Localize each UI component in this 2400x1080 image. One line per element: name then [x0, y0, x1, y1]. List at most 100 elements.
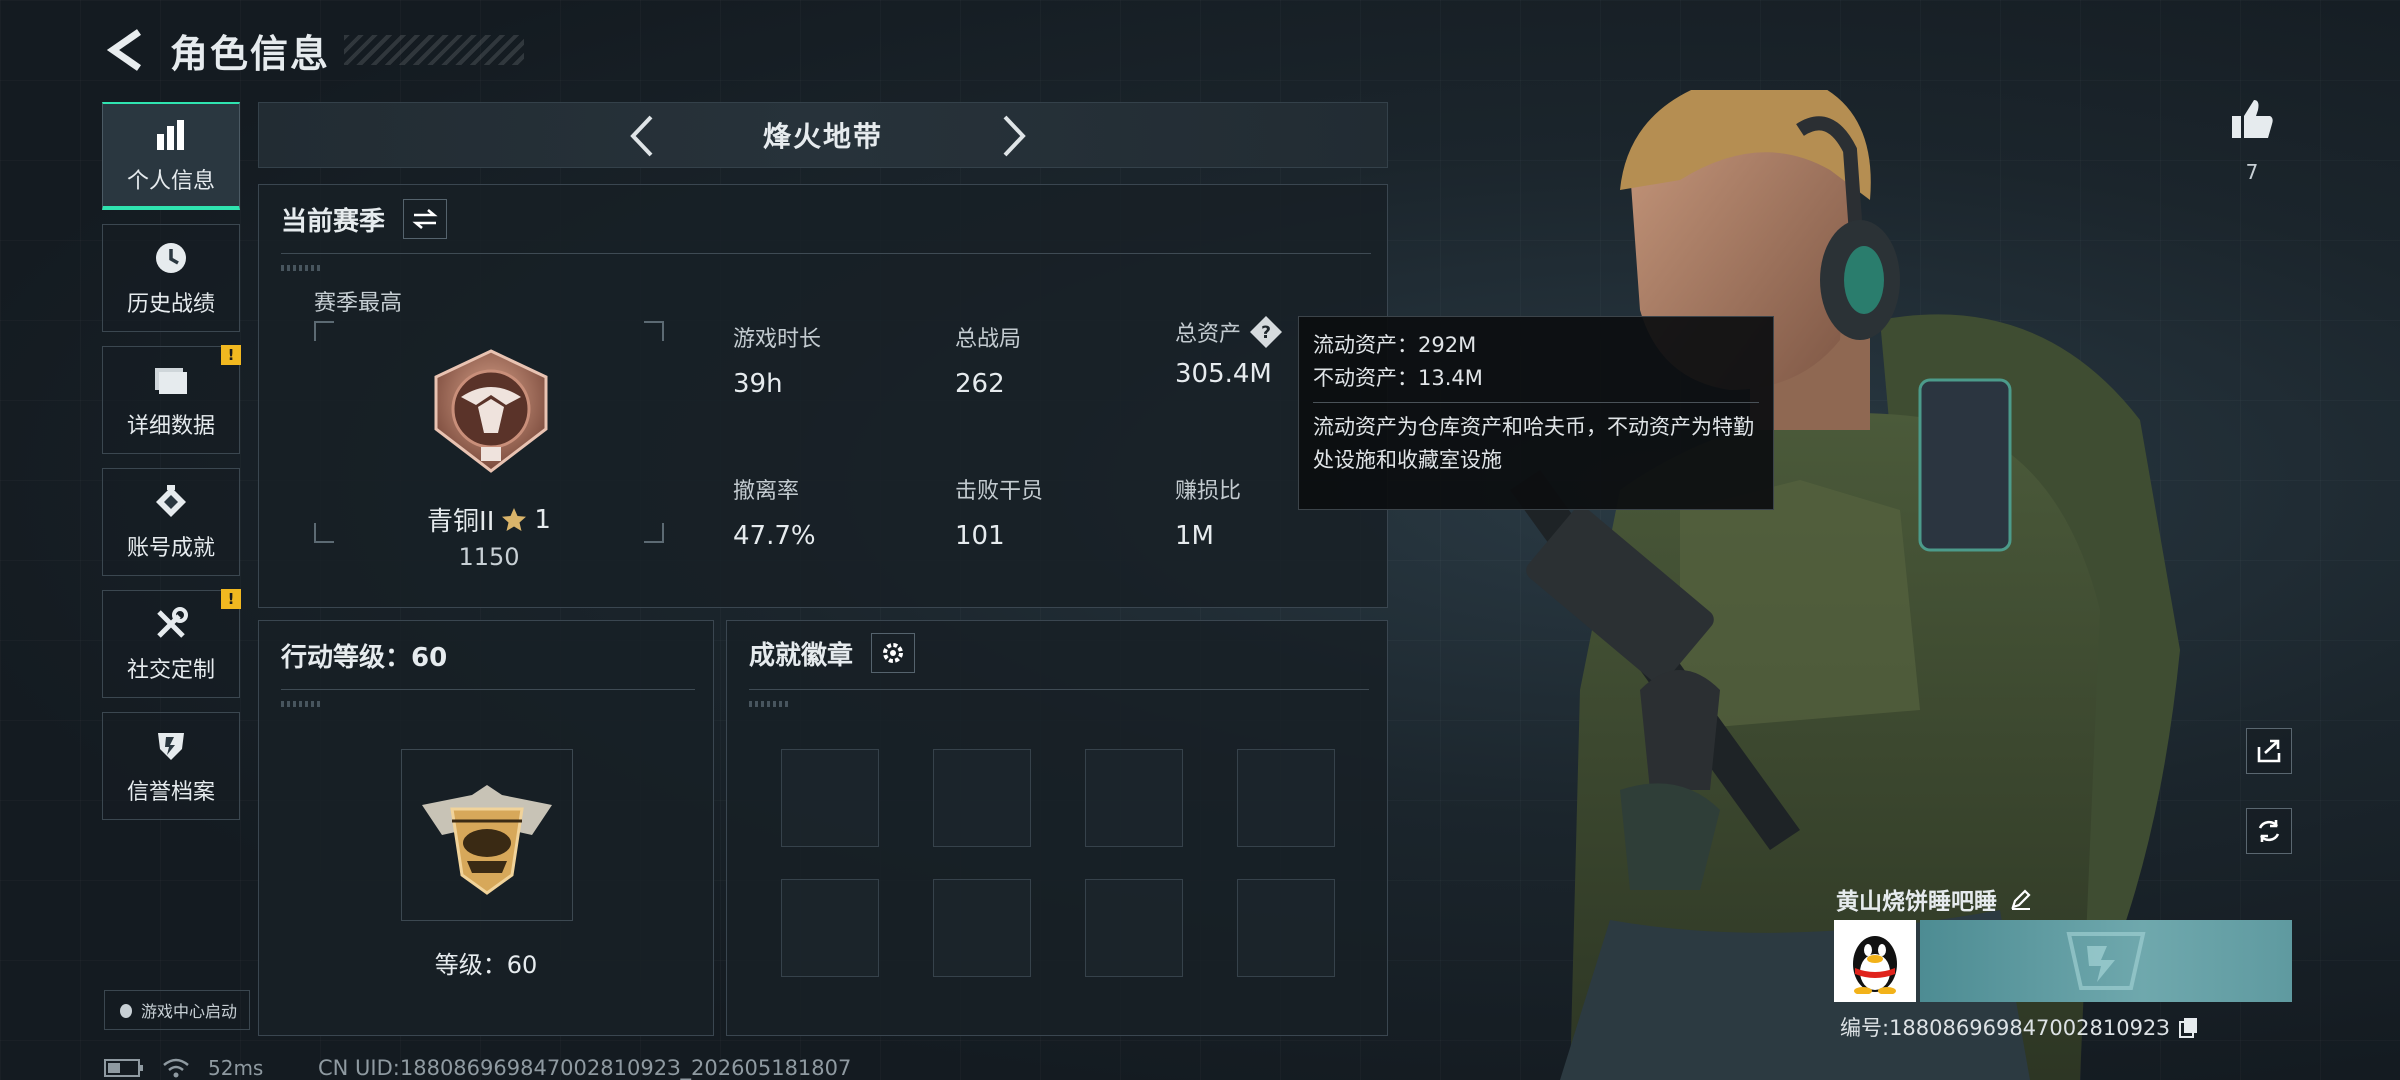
credit-shield-icon [151, 726, 191, 766]
player-card-banner [1920, 920, 2292, 1002]
stat-extraction-rate: 撤离率 47.7% [733, 473, 816, 551]
game-center-launch-button[interactable]: 游戏中心启动 [104, 990, 250, 1030]
badge-slot[interactable] [1237, 749, 1335, 847]
bronze-rank-emblem-icon [434, 349, 548, 473]
avatar [1834, 920, 1916, 1002]
stat-label-row: 总资产 ? [1175, 315, 1283, 349]
sidebar-item-history[interactable]: 历史战绩 [102, 224, 240, 332]
season-header: 当前赛季 [281, 199, 448, 239]
back-button[interactable] [100, 25, 150, 75]
tooltip-fixed-assets: 不动资产：13.4M [1313, 365, 1483, 390]
badge-slot[interactable] [781, 879, 879, 977]
stat-total-assets: 总资产 ? 305.4M [1175, 315, 1283, 389]
tooltip-divider [1313, 402, 1759, 404]
qq-penguin-avatar-icon [1853, 936, 1897, 994]
sidebar-item-label: 个人信息 [126, 169, 215, 194]
badge-slot[interactable] [781, 749, 879, 847]
stat-value: 262 [955, 369, 1005, 399]
sidebar-item-detailed-data[interactable]: ! 详细数据 [102, 345, 241, 454]
tooltip-liquid-assets: 流动资产：292M [1313, 333, 1477, 357]
sidebar-item-personal-info[interactable]: 个人信息 [102, 102, 240, 210]
mode-next-button[interactable] [989, 111, 1039, 161]
season-switch-button[interactable] [403, 199, 448, 239]
season-best-label: 赛季最高 [314, 291, 403, 316]
like-count: 7 [2245, 160, 2259, 184]
mode-title: 烽火地带 [762, 120, 883, 153]
level-emblem-frame [401, 749, 573, 921]
game-logo-icon [2066, 932, 2146, 990]
thumbs-up-icon [2232, 100, 2273, 138]
sidebar-item-label: 详细数据 [126, 414, 215, 439]
refresh-icon [2258, 820, 2280, 842]
stat-label: 总资产 [1175, 322, 1242, 347]
stat-label: 击败干员 [955, 479, 1044, 504]
tools-icon [151, 604, 191, 644]
stat-label: 游戏时长 [733, 327, 822, 352]
badge-slot[interactable] [1085, 749, 1183, 847]
mode-prev-button[interactable] [617, 111, 667, 161]
rank-stars: 1 [534, 504, 551, 535]
player-name: 黄山烧饼睡吧睡 [1836, 889, 1997, 915]
chevron-left-icon [630, 115, 653, 157]
achievements-settings-button[interactable] [871, 633, 916, 673]
refresh-button[interactable] [2246, 808, 2292, 854]
stat-profit-loss-ratio: 赚损比 1M [1175, 473, 1241, 551]
stat-total-matches: 总战局 262 [955, 321, 1021, 399]
uid-text: CN UID:18808696984700281092З_20260518180… [318, 1056, 852, 1080]
alert-badge: ! [221, 345, 241, 365]
badge-slot[interactable] [933, 749, 1031, 847]
chevron-right-icon [1003, 115, 1026, 157]
action-level-panel: 行动等级：60 等级：60 [258, 620, 714, 1036]
stat-value: 305.4M [1175, 359, 1272, 389]
sidebar-item-label: 信誉档案 [126, 780, 215, 805]
edit-pencil-icon[interactable] [2009, 887, 2033, 911]
swap-icon [412, 209, 438, 229]
stat-value: 47.7% [733, 521, 816, 551]
rank-name-row: 青铜II 1 [314, 501, 664, 538]
share-button[interactable] [2246, 728, 2292, 774]
sidebar: 个人信息 历史战绩 ! 详细数据 账号成就 ! 社交定制 信誉档案 [102, 102, 241, 834]
player-id-row: 编号:18808696984700281092З [1840, 1012, 2200, 1042]
sidebar-item-social[interactable]: ! 社交定制 [102, 589, 241, 698]
stat-label: 赚损比 [1175, 479, 1242, 504]
stat-label: 总战局 [955, 327, 1022, 352]
player-card[interactable] [1834, 920, 2292, 1002]
status-bar: 52ms [104, 1056, 263, 1080]
help-icon[interactable]: ? [1249, 315, 1283, 349]
achievement-icon [151, 482, 191, 522]
page-title: 角色信息 [170, 31, 331, 76]
achievements-header: 成就徽章 [749, 633, 916, 673]
bar-chart-icon [151, 115, 191, 155]
badge-slot[interactable] [1085, 879, 1183, 977]
season-title: 当前赛季 [281, 206, 386, 237]
tooltip-description: 流动资产为仓库资产和哈夫币，不动资产为特勤处设施和收藏室设施 [1313, 415, 1754, 472]
stat-operators-defeated: 击败干员 101 [955, 473, 1043, 551]
player-name-row: 黄山烧饼睡吧睡 [1836, 882, 2033, 916]
stat-value: 1M [1175, 521, 1214, 551]
level-label: 等级：60 [434, 951, 538, 979]
stat-value: 101 [955, 521, 1005, 551]
sidebar-item-label: 历史战绩 [126, 292, 215, 317]
sidebar-item-achievements[interactable]: 账号成就 [102, 468, 240, 576]
stat-play-time: 游戏时长 39h [733, 321, 821, 399]
sidebar-item-credit[interactable]: 信誉档案 [102, 712, 240, 820]
like-button[interactable] [2228, 96, 2276, 146]
badge-slot[interactable] [933, 879, 1031, 977]
achievements-panel: 成就徽章 [726, 620, 1388, 1036]
tick-decoration [749, 701, 789, 707]
season-panel: 当前赛季 赛季最高 青铜II 1 1150 游戏时长 39h 总战局 262 总… [258, 184, 1388, 608]
sidebar-item-label: 社交定制 [126, 658, 215, 683]
frame-corner [644, 321, 664, 341]
assets-tooltip: 流动资产：292M 不动资产：13.4M 流动资产为仓库资产和哈夫币，不动资产为… [1298, 316, 1774, 510]
mode-selector: 烽火地带 [258, 102, 1388, 168]
action-level-title: 行动等级：60 [281, 643, 448, 673]
share-icon [2257, 739, 2281, 763]
season-divider [281, 253, 1371, 254]
help-mark: ? [1261, 323, 1271, 343]
badge-slot[interactable] [1237, 879, 1335, 977]
qq-penguin-icon [119, 1004, 132, 1018]
action-level-divider [281, 689, 695, 690]
game-center-label: 游戏中心启动 [140, 1002, 237, 1021]
copy-icon[interactable] [2178, 1016, 2200, 1038]
sidebar-item-label: 账号成就 [126, 536, 215, 561]
